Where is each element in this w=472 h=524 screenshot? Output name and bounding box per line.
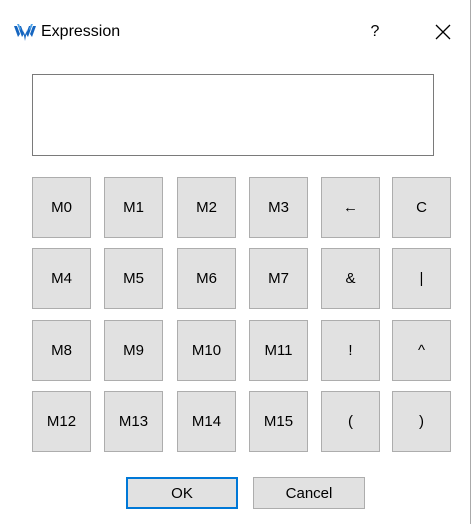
key-m14-button[interactable]: M14 (177, 391, 236, 452)
key-or-button[interactable]: | (392, 248, 451, 309)
key-not-button[interactable]: ! (321, 320, 380, 381)
expression-dialog: Expression ? M0 M1 M2 M3 ← C M4 M5 M6 M7 & | M8 M9 M10… (0, 0, 471, 524)
title-bar: Expression ? (0, 0, 470, 58)
expression-input[interactable] (32, 74, 434, 156)
key-m5-button[interactable]: M5 (104, 248, 163, 309)
dialog-title: Expression (41, 23, 121, 40)
key-m3-button[interactable]: M3 (249, 177, 308, 238)
key-m12-button[interactable]: M12 (32, 391, 91, 452)
key-m2-button[interactable]: M2 (177, 177, 236, 238)
key-clear-button[interactable]: C (392, 177, 451, 238)
key-m1-button[interactable]: M1 (104, 177, 163, 238)
wing-logo-icon (14, 22, 36, 42)
key-open-paren-button[interactable]: ( (321, 391, 380, 452)
key-m6-button[interactable]: M6 (177, 248, 236, 309)
key-m13-button[interactable]: M13 (104, 391, 163, 452)
key-m9-button[interactable]: M9 (104, 320, 163, 381)
key-m15-button[interactable]: M15 (249, 391, 308, 452)
key-m11-button[interactable]: M11 (249, 320, 308, 381)
key-and-button[interactable]: & (321, 248, 380, 309)
key-backspace-button[interactable]: ← (321, 177, 380, 238)
key-xor-button[interactable]: ^ (392, 320, 451, 381)
close-icon (428, 24, 458, 51)
close-button[interactable] (428, 17, 458, 47)
help-button[interactable]: ? (360, 19, 390, 45)
key-m7-button[interactable]: M7 (249, 248, 308, 309)
key-m4-button[interactable]: M4 (32, 248, 91, 309)
cancel-button[interactable]: Cancel (253, 477, 365, 509)
key-m0-button[interactable]: M0 (32, 177, 91, 238)
key-m8-button[interactable]: M8 (32, 320, 91, 381)
key-close-paren-button[interactable]: ) (392, 391, 451, 452)
key-m10-button[interactable]: M10 (177, 320, 236, 381)
ok-button[interactable]: OK (126, 477, 238, 509)
